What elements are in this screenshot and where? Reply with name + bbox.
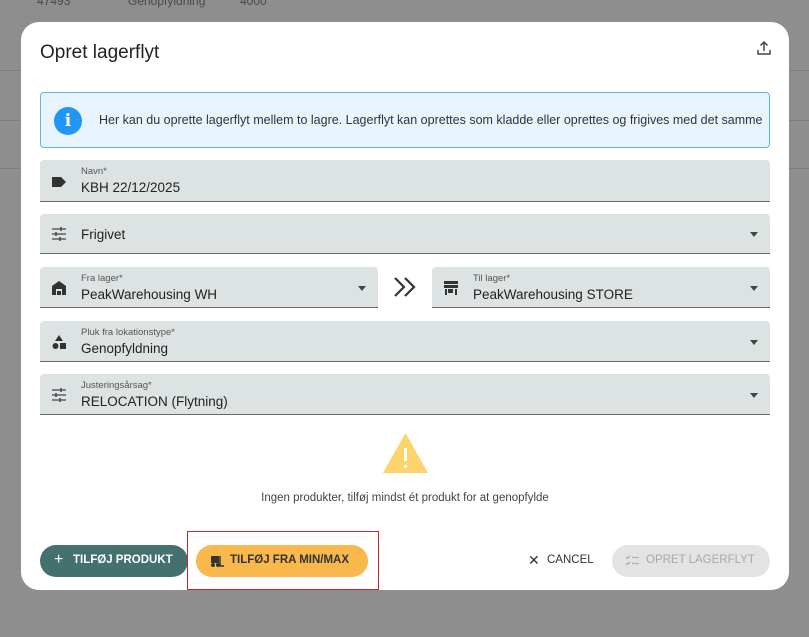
tune-icon — [52, 227, 66, 241]
create-stock-transfer-dialog: Opret lagerflyt i Her kan du oprette lag… — [21, 22, 789, 590]
bg-cell-id: 47493 — [37, 0, 71, 8]
status-value: Frigivet — [81, 227, 126, 242]
label-tag-icon — [52, 177, 66, 187]
pick-location-type-value: Genopfyldning — [81, 341, 169, 356]
warehouse-icon — [52, 281, 66, 295]
checklist-icon — [625, 555, 639, 566]
chevron-down-icon[interactable] — [750, 232, 758, 237]
chevron-down-icon[interactable] — [750, 286, 758, 291]
category-shapes-icon — [52, 335, 66, 349]
warning-icon — [383, 433, 428, 473]
close-icon: ✕ — [528, 552, 540, 568]
add-from-minmax-button[interactable]: TILFØJ FRA MIN/MAX — [196, 545, 368, 577]
chevron-down-icon[interactable] — [358, 286, 366, 291]
adjustment-reason-label: Justeringsårsag* — [81, 380, 152, 391]
adjustment-reason-value: RELOCATION (Flytning) — [81, 394, 228, 409]
chevron-down-icon[interactable] — [750, 393, 758, 398]
double-chevron-right-icon — [394, 277, 416, 297]
cancel-label: CANCEL — [547, 554, 594, 566]
name-label: Navn* — [81, 166, 107, 177]
create-transfer-label: OPRET LAGERFLYT — [646, 554, 755, 566]
forklift-icon — [211, 556, 224, 567]
cancel-button[interactable]: ✕ CANCEL — [520, 545, 600, 577]
to-warehouse-select[interactable]: Til lager* PeakWarehousing STORE — [432, 267, 770, 308]
plus-icon: + — [54, 551, 64, 568]
create-transfer-button[interactable]: OPRET LAGERFLYT — [612, 545, 770, 577]
tune-icon — [52, 388, 66, 402]
store-icon — [444, 281, 458, 295]
to-warehouse-value: PeakWarehousing STORE — [473, 287, 633, 302]
name-value[interactable]: KBH 22/12/2025 — [81, 180, 180, 195]
upload-icon[interactable] — [756, 40, 772, 56]
to-warehouse-label: Til lager* — [473, 273, 511, 284]
name-field[interactable]: Navn* KBH 22/12/2025 — [40, 160, 770, 202]
dialog-title: Opret lagerflyt — [40, 42, 160, 63]
from-warehouse-value: PeakWarehousing WH — [81, 287, 218, 302]
info-icon: i — [54, 107, 82, 135]
info-alert: i Her kan du oprette lagerflyt mellem to… — [40, 92, 770, 148]
add-product-label: TILFØJ PRODUKT — [73, 554, 173, 566]
bg-cell-location-type: Genopfyldning — [128, 0, 206, 8]
empty-products-message: Ingen produkter, tilføj mindst ét produk… — [261, 492, 549, 504]
add-product-button[interactable]: + TILFØJ PRODUKT — [40, 545, 188, 577]
from-warehouse-select[interactable]: Fra lager* PeakWarehousing WH — [40, 267, 378, 308]
background-table-row: 47493 Genopfyldning 4000 — [0, 0, 809, 10]
add-from-minmax-label: TILFØJ FRA MIN/MAX — [230, 554, 350, 566]
pick-location-type-select[interactable]: Pluk fra lokationstype* Genopfyldning — [40, 321, 770, 362]
status-select[interactable]: Frigivet — [40, 214, 770, 254]
pick-location-type-label: Pluk fra lokationstype* — [81, 327, 175, 338]
from-warehouse-label: Fra lager* — [81, 273, 123, 284]
bg-cell-qty: 4000 — [240, 0, 267, 8]
adjustment-reason-select[interactable]: Justeringsårsag* RELOCATION (Flytning) — [40, 374, 770, 415]
info-text: Her kan du oprette lagerflyt mellem to l… — [99, 113, 763, 127]
chevron-down-icon[interactable] — [750, 340, 758, 345]
